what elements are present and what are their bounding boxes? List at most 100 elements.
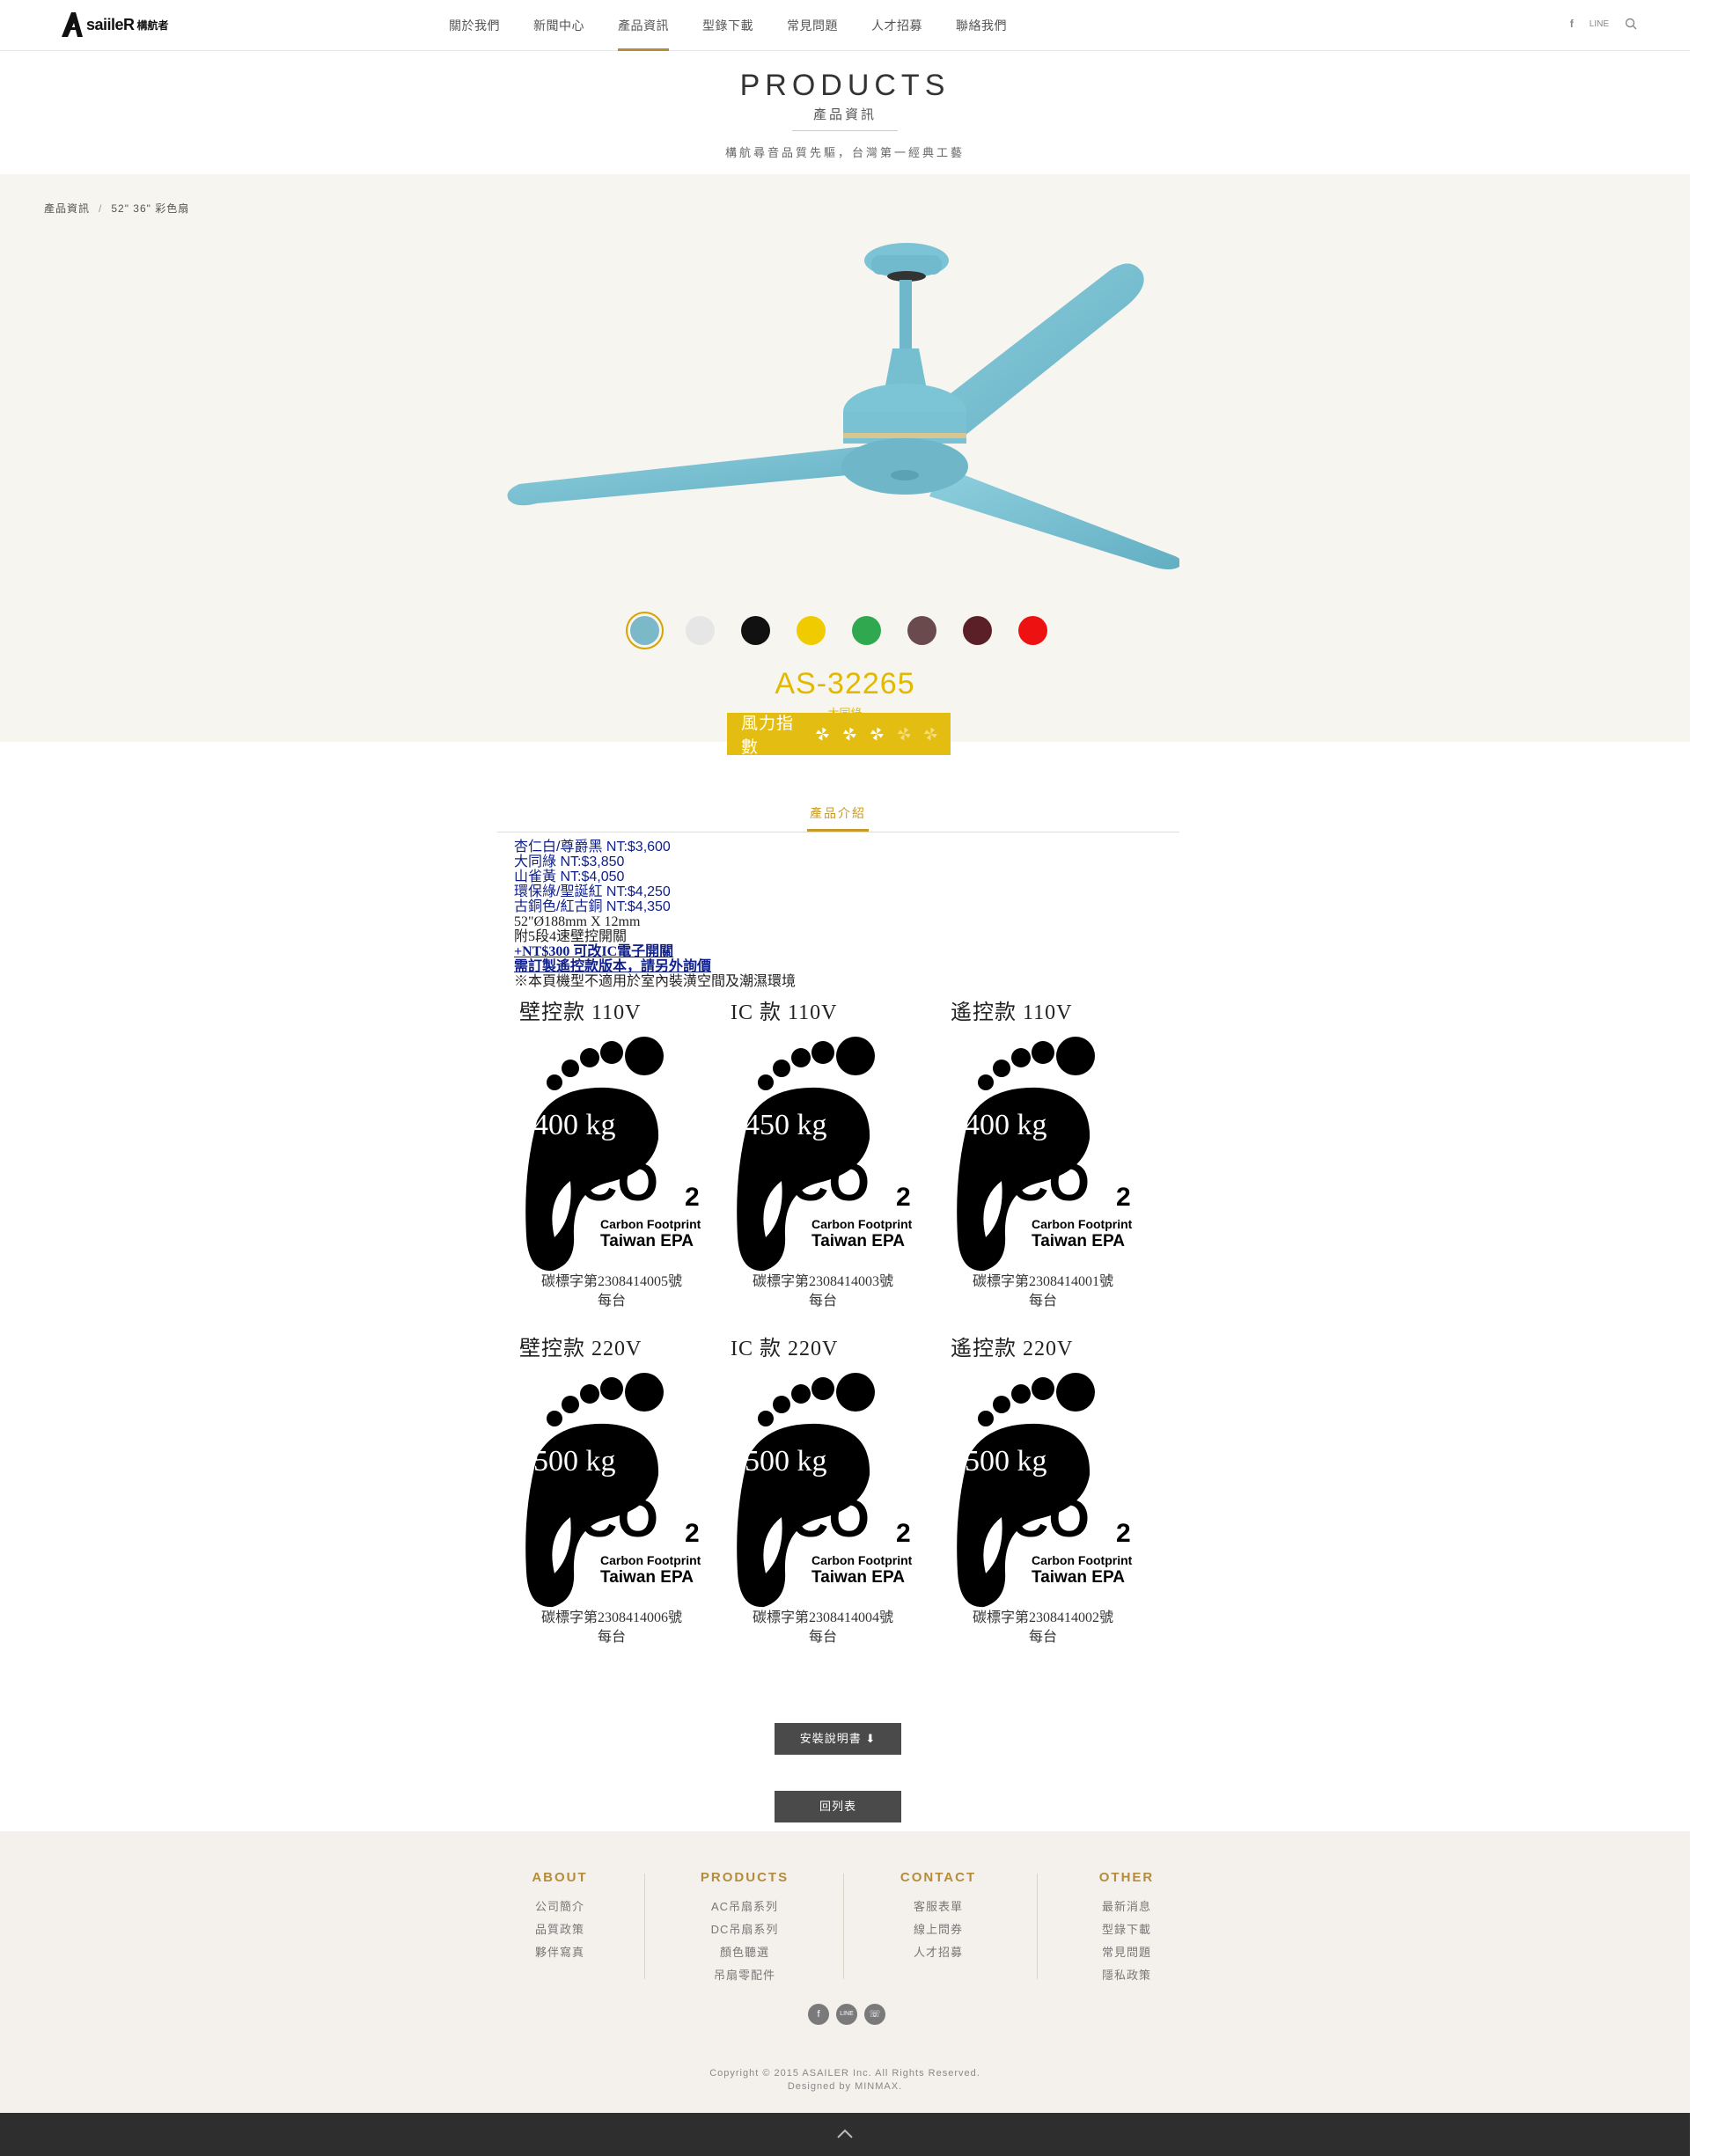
carbon-label-title: IC 款 220V xyxy=(731,1338,839,1360)
footer-link[interactable]: 吊扇零配件 xyxy=(674,1964,815,1987)
carbon-cert: 碳標字第2308414001號 每台 xyxy=(942,1272,1144,1311)
carbon-line2: Taiwan EPA xyxy=(600,1232,694,1250)
carbon-cert: 碳標字第2308414002號 每台 xyxy=(942,1609,1144,1647)
co2-sub: 2 xyxy=(685,1183,700,1212)
footer-link[interactable]: DC吊扇系列 xyxy=(674,1918,815,1941)
price-line: 杏仁白/尊爵黑 NT:$3,600 xyxy=(514,840,671,854)
nav-careers[interactable]: 人才招募 xyxy=(871,0,922,51)
footer-link[interactable]: 型錄下載 xyxy=(1056,1918,1197,1941)
pinwheel-icon xyxy=(870,727,884,741)
swatch-bronze[interactable] xyxy=(907,616,936,645)
nav-news[interactable]: 新聞中心 xyxy=(533,0,584,51)
phone-icon[interactable]: ☏ xyxy=(864,2004,885,2025)
search-icon[interactable] xyxy=(1625,18,1637,30)
page-title-cn: 產品資訊 xyxy=(812,107,877,122)
footer-link[interactable]: 品質政策 xyxy=(489,1918,630,1941)
footer-other: OTHER 最新消息 型錄下載 常見問題 隱私政策 xyxy=(1056,1870,1197,1987)
carbon-cert: 碳標字第2308414004號 每台 xyxy=(722,1609,924,1647)
facebook-icon[interactable]: f xyxy=(808,2004,829,2025)
carbon-unit: 每台 xyxy=(597,1294,626,1309)
price-line: 山雀黃 NT:$4,050 xyxy=(514,869,625,884)
footer-contact-head: CONTACT xyxy=(900,1870,977,1885)
line-icon[interactable]: LINE xyxy=(836,2004,857,2025)
footer-link[interactable]: 最新消息 xyxy=(1056,1896,1197,1918)
footer-link[interactable]: 客服表單 xyxy=(868,1896,1009,1918)
carbon-label-title: 遙控款 220V xyxy=(951,1338,1074,1360)
carbon-line1: Carbon Footprint xyxy=(1032,1553,1133,1567)
carbon-cert: 碳標字第2308414003號 每台 xyxy=(722,1272,924,1311)
footer-about: ABOUT 公司簡介 品質政策 夥伴寫真 xyxy=(489,1870,630,1964)
swatch-green[interactable] xyxy=(852,616,881,645)
header-icons: f LINE xyxy=(1570,18,1637,30)
product-stage: 產品資訊/52" 36" 彩色扇 AS-32265 風力指數 xyxy=(0,174,1690,757)
line-icon[interactable]: LINE xyxy=(1590,19,1609,29)
swatch-light-blue[interactable] xyxy=(630,616,659,645)
designed-by: Designed by MINMAX. xyxy=(787,2081,903,2092)
carbon-line2: Taiwan EPA xyxy=(1032,1568,1125,1587)
nav-contact[interactable]: 聯絡我們 xyxy=(956,0,1007,51)
carbon-label-title: IC 款 110V xyxy=(731,1001,838,1024)
carbon-label-title: 壁控款 110V xyxy=(519,1001,642,1024)
footer-link[interactable]: 隱私政策 xyxy=(1056,1964,1197,1987)
note-line: ※本頁機型不適用於室內裝潢空間及潮濕環境 xyxy=(514,974,797,989)
carbon-footprint-icon: 500 kg CO 2 Carbon FootprintTaiwan EPA xyxy=(737,1373,913,1608)
nav-products[interactable]: 產品資訊 xyxy=(618,0,669,51)
carbon-footprint-icon: 400 kg CO 2 Carbon FootprintTaiwan EPA xyxy=(525,1037,701,1272)
co2-mark: CO xyxy=(1010,1153,1090,1212)
product-model: AS-32265 xyxy=(775,667,915,700)
spec-line: 52"Ø188mm X 12mm xyxy=(514,914,641,929)
tab-product-intro[interactable]: 產品介紹 xyxy=(807,804,869,832)
co2-mark: CO xyxy=(790,1489,870,1548)
footer-link[interactable]: AC吊扇系列 xyxy=(674,1896,815,1918)
footer-link[interactable]: 顏色聽選 xyxy=(674,1941,815,1964)
swatch-red-bronze[interactable] xyxy=(963,616,992,645)
nav-faq[interactable]: 常見問題 xyxy=(787,0,838,51)
footer-link[interactable]: 線上問券 xyxy=(868,1918,1009,1941)
color-swatches xyxy=(630,616,1047,645)
swatch-black[interactable] xyxy=(741,616,770,645)
co2-sub: 2 xyxy=(896,1519,911,1548)
page-subtitle: 構航尋音品質先驅，台灣第一經典工藝 xyxy=(724,146,965,159)
swatch-white[interactable] xyxy=(686,616,715,645)
right-margin xyxy=(1690,0,1711,2156)
price-line: 大同綠 NT:$3,850 xyxy=(514,854,625,869)
carbon-label: 壁控款 110V 400 kg CO 2 Carbon Footprint Taiwan … xyxy=(510,994,713,1329)
carbon-kg: 500 kg xyxy=(745,1445,827,1478)
chevron-up-icon[interactable] xyxy=(834,2125,856,2143)
brand-logo[interactable]: saiileR 構航者 xyxy=(60,11,169,39)
co2-mark: CO xyxy=(579,1153,658,1212)
footer-link[interactable]: 公司簡介 xyxy=(489,1896,630,1918)
switch-line: 附5段4速壁控開關 xyxy=(514,929,628,944)
footer-link[interactable]: 常見問題 xyxy=(1056,1941,1197,1964)
facebook-icon[interactable]: f xyxy=(1570,18,1574,30)
copyright-text: Copyright © 2015 ASAILER Inc. All Rights… xyxy=(709,2068,980,2079)
price-line: 環保綠/聖誕紅 NT:$4,250 xyxy=(514,884,671,899)
carbon-line2: Taiwan EPA xyxy=(600,1568,694,1587)
footer-link[interactable]: 夥伴寫真 xyxy=(489,1941,630,1964)
back-to-list-button[interactable]: 回列表 xyxy=(775,1791,901,1822)
co2-sub: 2 xyxy=(685,1519,700,1548)
carbon-unit: 每台 xyxy=(1028,1630,1057,1645)
co2-mark: CO xyxy=(790,1153,870,1212)
pinwheel-icon xyxy=(843,727,856,741)
carbon-line1: Carbon Footprint xyxy=(600,1553,701,1567)
swatch-red[interactable] xyxy=(1018,616,1047,645)
swatch-yellow[interactable] xyxy=(797,616,826,645)
footer-products-head: PRODUCTS xyxy=(700,1870,789,1885)
title-divider xyxy=(792,130,898,131)
carbon-label: 遙控款 220V 500 kg CO 2 Carbon Footprint Taiwan … xyxy=(942,1331,1144,1665)
carbon-unit: 每台 xyxy=(808,1294,837,1309)
carbon-line1: Carbon Footprint xyxy=(811,1553,913,1567)
pinwheel-icon-dim xyxy=(924,727,938,741)
footer-link[interactable]: 人才招募 xyxy=(868,1941,1009,1964)
carbon-unit: 每台 xyxy=(1028,1294,1057,1309)
pinwheel-icon-dim xyxy=(897,727,911,741)
bottom-bar xyxy=(0,2113,1690,2156)
nav-about[interactable]: 關於我們 xyxy=(449,0,500,51)
nav-catalog[interactable]: 型錄下載 xyxy=(702,0,753,51)
carbon-cert: 碳標字第2308414005號 每台 xyxy=(510,1272,713,1311)
breadcrumb-root[interactable]: 產品資訊 xyxy=(44,202,90,215)
manual-download-button[interactable]: 安裝說明書 ⬇ xyxy=(775,1723,901,1755)
page-title-block: PRODUCTS 產品資訊 構航尋音品質先驅，台灣第一經典工藝 xyxy=(0,51,1690,174)
carbon-footprint-icon: 500 kg CO 2 Carbon FootprintTaiwan EPA xyxy=(525,1373,701,1608)
